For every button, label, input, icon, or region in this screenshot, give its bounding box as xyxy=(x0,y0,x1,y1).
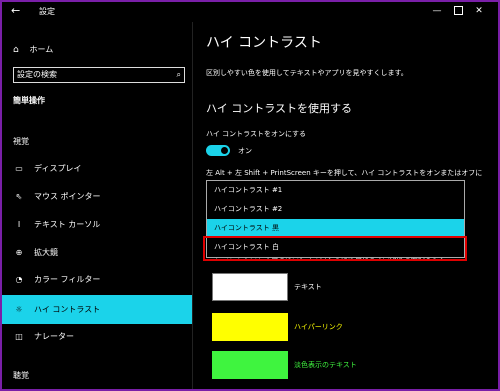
maximize-icon xyxy=(453,6,463,15)
sidebar-item-label: ハイ コントラスト xyxy=(34,305,101,314)
sidebar-item-label: マウス ポインター xyxy=(34,192,101,201)
back-arrow-icon[interactable]: ← xyxy=(11,4,20,18)
search-icon[interactable]: ⌕ xyxy=(177,68,181,82)
sidebar-item-label: テキスト カーソル xyxy=(34,220,101,229)
hyperlink-color-swatch[interactable] xyxy=(212,313,288,341)
dropdown-option[interactable]: ハイコントラスト #2 xyxy=(207,200,464,219)
maximize-button[interactable] xyxy=(451,4,465,18)
magnifier-icon: ⊕ xyxy=(15,248,23,257)
display-icon: ▭ xyxy=(15,164,23,173)
toggle-knob xyxy=(221,147,228,154)
high-contrast-icon: ☼ xyxy=(15,305,23,314)
home-icon: ⌂ xyxy=(13,45,19,55)
home-label: ホーム xyxy=(29,45,54,54)
toggle-state-text: オン xyxy=(238,147,252,155)
sidebar-item-label: カラー フィルター xyxy=(34,275,101,284)
home-link[interactable]: ⌂ ホーム xyxy=(13,43,53,57)
swatch-label: 淡色表示のテキスト xyxy=(294,361,357,369)
swatch-label: ハイパーリンク xyxy=(294,323,343,331)
sidebar-item-label: ディスプレイ xyxy=(34,164,82,173)
sidebar-item-display[interactable]: ▭ ディスプレイ xyxy=(2,157,192,181)
page-description: 区別しやすい色を使用してテキストやアプリを見やすくします。 xyxy=(206,69,408,77)
sidebar-item-magnifier[interactable]: ⊕ 拡大鏡 xyxy=(2,241,192,265)
high-contrast-toggle[interactable] xyxy=(206,145,230,156)
text-cursor-icon: I xyxy=(17,220,21,229)
text-color-swatch[interactable] xyxy=(212,273,288,301)
sidebar-item-label: ナレーター xyxy=(34,332,74,341)
swatch-row-disabled-text: 淡色表示のテキスト xyxy=(212,351,392,379)
sidebar-item-narrator[interactable]: ◫ ナレーター xyxy=(2,325,192,349)
shortcut-description: 左 Alt + 左 Shift + PrintScreen キーを押して、ハイ … xyxy=(206,169,483,177)
category-hearing: 聴覚 xyxy=(13,371,29,380)
swatch-row-text: テキスト xyxy=(212,273,392,301)
highlight-box xyxy=(203,236,467,261)
sidebar-item-text-cursor[interactable]: I テキスト カーソル xyxy=(2,213,192,237)
section-heading: 簡単操作 xyxy=(13,96,45,105)
sidebar-item-color-filter[interactable]: ◔ カラー フィルター xyxy=(2,268,192,292)
sidebar: ⌂ ホーム ⌕ 簡単操作 視覚 ▭ ディスプレイ ⇖ マウス ポインター I テ… xyxy=(2,22,192,389)
narrator-icon: ◫ xyxy=(15,332,23,341)
mouse-pointer-icon: ⇖ xyxy=(15,192,23,201)
window-title: 設定 xyxy=(39,7,55,16)
sidebar-item-mouse-pointer[interactable]: ⇖ マウス ポインター xyxy=(2,185,192,209)
minimize-button[interactable]: — xyxy=(430,4,444,18)
swatch-row-hyperlink: ハイパーリンク xyxy=(212,313,392,341)
page-title: ハイ コントラスト xyxy=(206,35,322,51)
sidebar-divider xyxy=(192,22,193,389)
toggle-label: ハイ コントラストをオンにする xyxy=(206,130,307,138)
search-box[interactable]: ⌕ xyxy=(13,67,185,83)
sidebar-item-high-contrast[interactable]: ☼ ハイ コントラスト xyxy=(2,295,192,324)
sidebar-item-label: 拡大鏡 xyxy=(34,248,58,257)
title-bar: ← 設定 — ✕ xyxy=(2,2,498,22)
dropdown-option[interactable]: ハイコントラスト #1 xyxy=(207,181,464,200)
close-button[interactable]: ✕ xyxy=(472,4,486,18)
settings-window: ← 設定 — ✕ ⌂ ホーム ⌕ 簡単操作 視覚 ▭ ディスプレイ ⇖ マウス … xyxy=(2,2,498,389)
search-input[interactable] xyxy=(17,68,167,82)
section-title: ハイ コントラストを使用する xyxy=(206,102,353,115)
category-vision: 視覚 xyxy=(13,137,29,146)
disabled-text-color-swatch[interactable] xyxy=(212,351,288,379)
swatch-label: テキスト xyxy=(294,283,322,291)
color-filter-icon: ◔ xyxy=(15,275,23,284)
